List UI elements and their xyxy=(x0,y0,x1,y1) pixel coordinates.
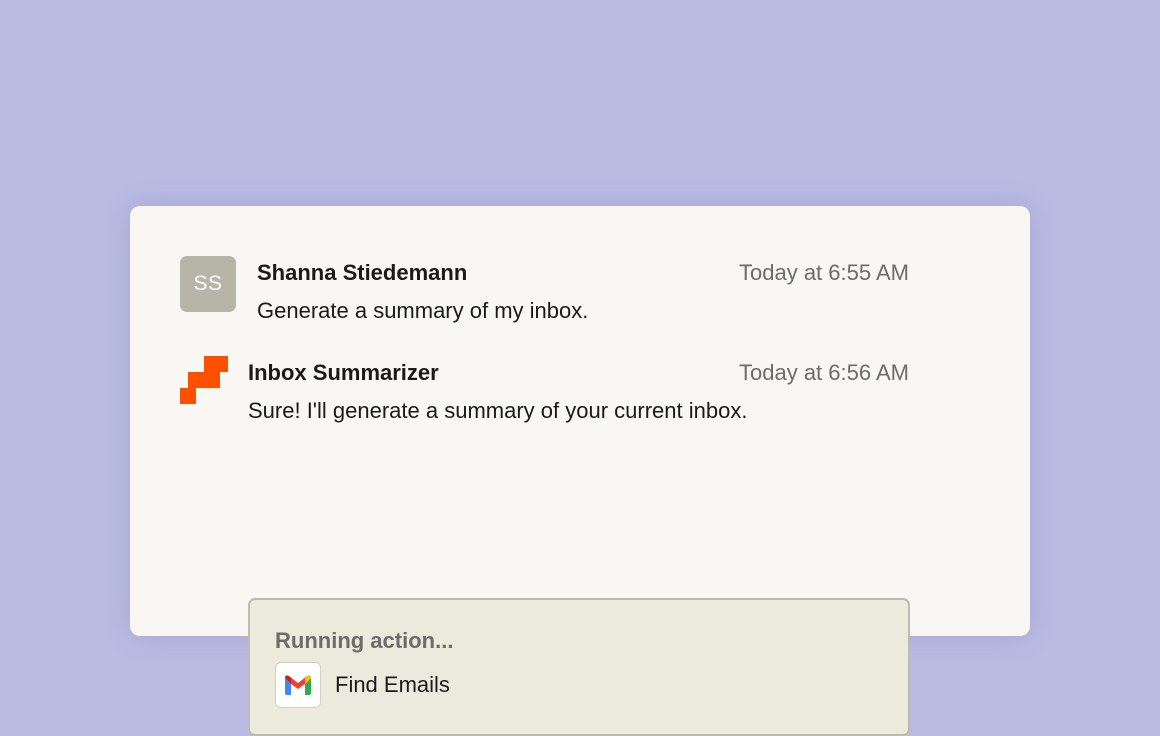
action-label: Find Emails xyxy=(335,672,450,697)
message-author[interactable]: Shanna Stiedemann xyxy=(257,260,467,286)
gmail-icon xyxy=(275,662,321,708)
message-timestamp: Today at 6:55 AM xyxy=(739,260,909,285)
action-panel: Running action... Find Emails xyxy=(248,598,910,736)
message-timestamp: Today at 6:56 AM xyxy=(739,360,909,385)
message-author[interactable]: Inbox Summarizer xyxy=(248,360,439,386)
action-status: Running action... xyxy=(275,628,454,653)
chat-card: SS Shanna Stiedemann Today at 6:55 AM Ge… xyxy=(130,206,1030,736)
message-text: Sure! I'll generate a summary of your cu… xyxy=(248,398,748,423)
user-avatar[interactable]: SS xyxy=(180,256,236,312)
message-text: Generate a summary of my inbox. xyxy=(257,298,589,323)
avatar-initials: SS xyxy=(193,272,223,295)
find-emails-action[interactable]: Find Emails xyxy=(275,662,450,708)
zapier-logo-icon xyxy=(180,356,228,404)
